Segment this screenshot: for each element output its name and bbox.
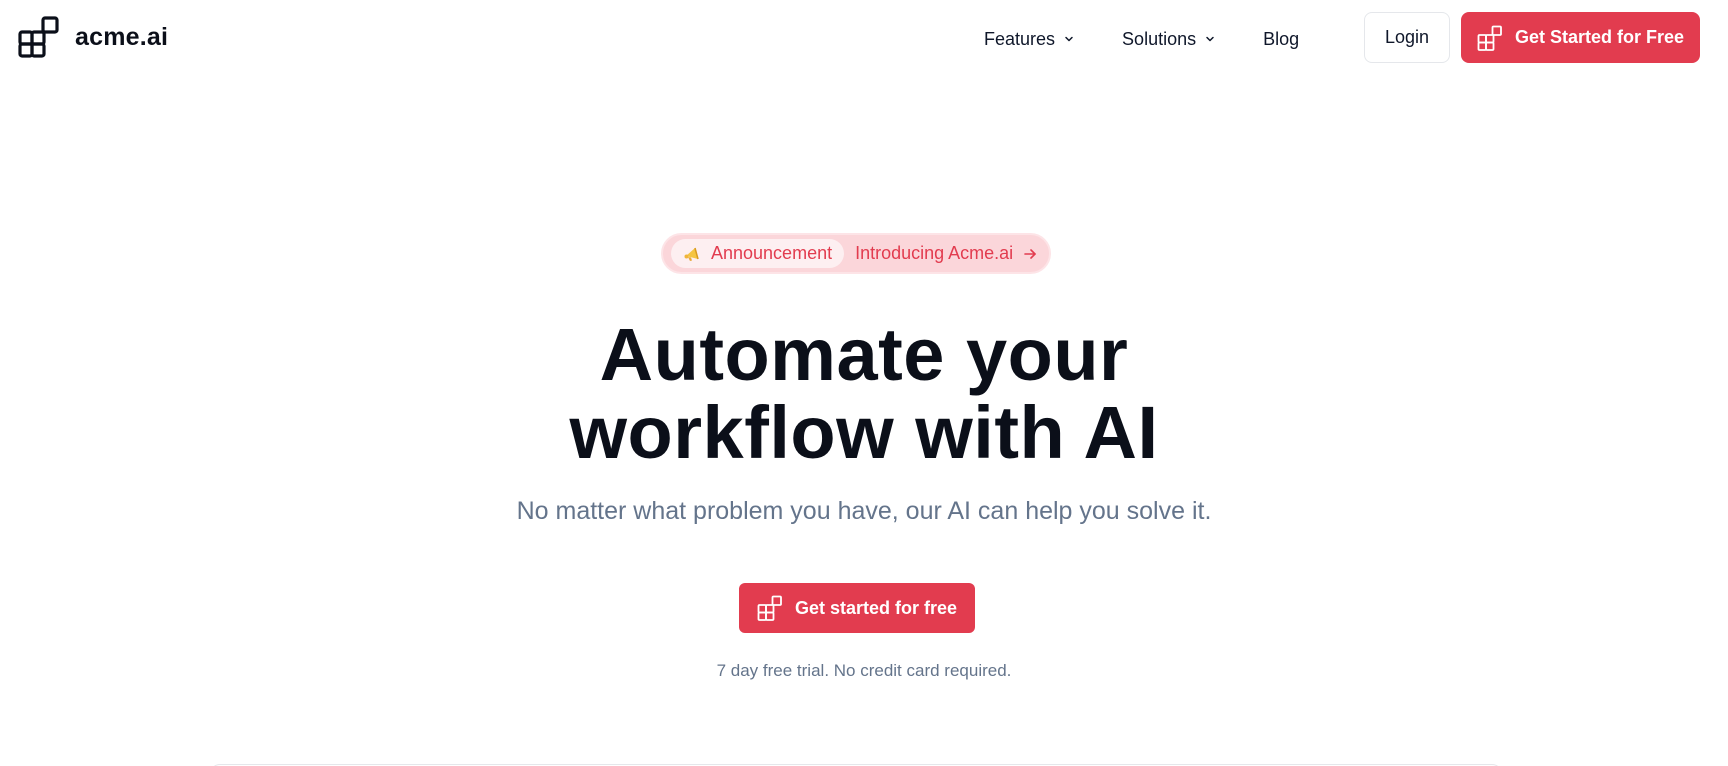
announcement-text: Introducing Acme.ai xyxy=(855,243,1014,263)
arrow-right-icon xyxy=(1024,248,1036,259)
hero-subtitle: No matter what problem you have, our AI … xyxy=(516,497,1212,525)
chevron-down-icon xyxy=(1206,36,1214,42)
brand-name: acme.ai xyxy=(75,23,169,51)
get-started-hero-label: Get started for free xyxy=(794,597,958,618)
announcement-badge: Announcement xyxy=(671,239,845,268)
main-nav: Features Solutions Blog xyxy=(984,25,1299,53)
hero-title-line-1: Automate your xyxy=(599,313,1129,396)
announcement-badge-label: Announcement xyxy=(711,243,833,263)
brand-logo[interactable]: acme.ai xyxy=(18,16,168,59)
login-button-label: Login xyxy=(1384,27,1430,47)
hero-title: Automate your workflow with AI xyxy=(0,316,1728,472)
site-header: acme.ai Features Solutions Blog Login Ge… xyxy=(0,0,1728,78)
trial-note: 7 day free trial. No credit card require… xyxy=(716,661,1012,680)
blocks-logo-icon xyxy=(18,16,59,58)
get-started-hero-button[interactable]: Get started for free xyxy=(739,583,975,633)
nav-solutions[interactable]: Solutions xyxy=(1122,25,1216,53)
megaphone-icon xyxy=(684,247,699,261)
blocks-icon xyxy=(1477,25,1502,51)
nav-solutions-label: Solutions xyxy=(1122,28,1197,49)
nav-features-label: Features xyxy=(984,28,1056,49)
get-started-header-button[interactable]: Get Started for Free xyxy=(1461,12,1700,63)
blocks-icon xyxy=(757,595,782,621)
nav-blog-label: Blog xyxy=(1263,28,1300,49)
hero-title-line-2: workflow with AI xyxy=(569,391,1159,474)
nav-blog[interactable]: Blog xyxy=(1263,25,1299,53)
chevron-down-icon xyxy=(1065,36,1073,42)
announcement-pill[interactable]: Announcement Introducing Acme.ai xyxy=(661,233,1051,274)
get-started-header-label: Get Started for Free xyxy=(1514,27,1685,47)
nav-features[interactable]: Features xyxy=(984,25,1075,53)
login-button[interactable]: Login xyxy=(1364,12,1450,63)
